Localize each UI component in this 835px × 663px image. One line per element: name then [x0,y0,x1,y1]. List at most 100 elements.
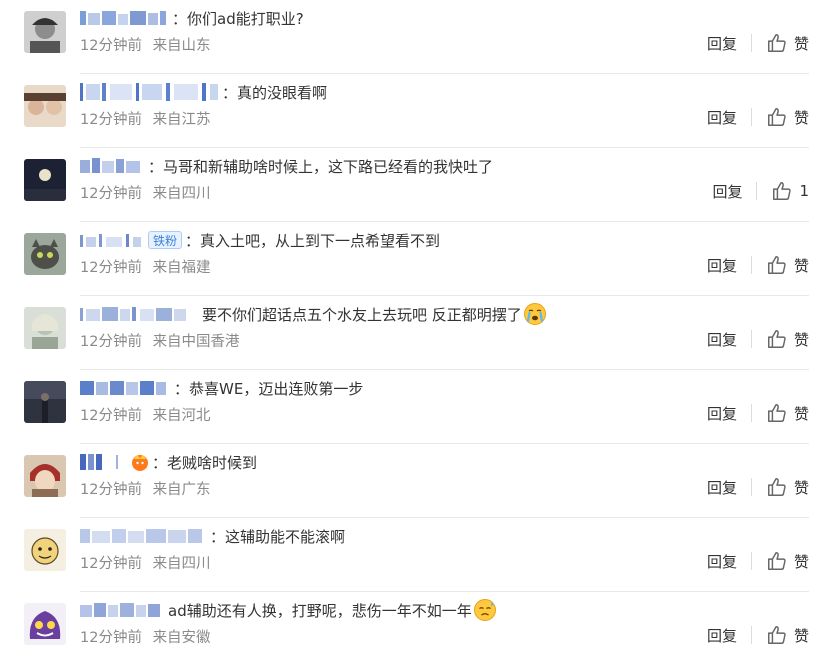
reply-button[interactable]: 回复 [707,107,737,128]
reply-button[interactable]: 回复 [707,477,737,498]
fan-badge[interactable]: 铁粉 [148,231,183,249]
thumbs-up-icon [768,404,786,422]
comment-item: ： 真的没眼看啊 12分钟前 来自江苏 回复 赞 [0,74,835,148]
comment-text: 老贼啥时候到 [167,453,258,472]
like-label: 赞 [793,552,809,571]
username-redacted[interactable] [80,601,166,619]
avatar[interactable] [24,233,66,275]
username-redacted[interactable] [80,379,172,397]
comment-meta: 12分钟前 来自江苏 [80,108,211,129]
action-divider [750,256,752,274]
like-button[interactable]: 赞 [766,254,809,276]
comment-meta: 12分钟前 来自河北 [80,404,211,425]
action-divider [750,478,752,496]
comment-location: 来自中国香港 [152,334,240,350]
comment-separator: ： [174,379,190,398]
like-button[interactable]: 赞 [766,624,809,646]
like-button[interactable]: 赞 [766,550,809,572]
username-redacted[interactable] [80,231,144,249]
reply-button[interactable]: 回复 [707,329,737,350]
comment-line: ： 恭喜WE，迈出连败第一步 [80,376,363,400]
reply-button[interactable]: 回复 [707,551,737,572]
comment-time: 12分钟前 [80,112,142,128]
comment-location: 来自四川 [152,186,211,202]
action-divider [750,330,752,348]
comment-item: ： 你们ad能打职业? 12分钟前 来自山东 回复 赞 [0,0,835,74]
comment-separator: ： [148,157,164,176]
comment-separator: ： [210,527,226,546]
comment-text: 恭喜WE，迈出连败第一步 [189,379,364,398]
vip-crown-badge-icon [132,455,148,471]
username-redacted[interactable] [80,9,170,27]
comment-text: ad辅助还有人换，打野呢，悲伤一年不如一年 [168,601,472,620]
thumbs-up-icon [768,478,786,496]
like-button[interactable]: 赞 [766,476,809,498]
comment-location: 来自福建 [152,260,211,276]
sad-sweat-face-emoji-icon [473,599,496,621]
comment-line: 铁粉 ： 真入土吧，从上到下一点希望看不到 [80,228,440,252]
thumbs-up-icon [768,256,786,274]
comment-location: 来自河北 [152,408,211,424]
comment-time: 12分钟前 [80,630,142,646]
like-button[interactable]: 赞 [766,328,809,350]
reply-button[interactable]: 回复 [707,403,737,424]
comment-item: ad辅助还有人换，打野呢，悲伤一年不如一年 12分钟前 来自安徽 回复 赞 [0,592,835,663]
thumbs-up-icon [773,182,792,200]
username-redacted[interactable] [80,83,220,101]
comment-meta: 12分钟前 来自中国香港 [80,330,240,351]
comment-text: 这辅助能不能滚啊 [225,527,346,546]
avatar[interactable] [24,11,66,53]
avatar[interactable] [24,85,66,127]
action-divider [750,626,752,644]
comment-meta: 12分钟前 来自福建 [80,256,211,277]
comment-text: 马哥和新辅助啥时候上，这下路已经看的我快吐了 [163,157,494,176]
comment-actions: 回复 赞 [707,475,809,499]
comment-meta: 12分钟前 来自四川 [80,182,211,203]
like-label: 赞 [793,478,809,497]
avatar[interactable] [24,307,66,349]
comment-actions: 回复 赞 [707,31,809,55]
comment-time: 12分钟前 [80,260,142,276]
avatar[interactable] [24,529,66,571]
username-redacted[interactable] [80,527,208,545]
action-divider [750,404,752,422]
comment-line: ： 这辅助能不能滚啊 [80,524,345,548]
comment-location: 来自广东 [152,482,211,498]
crying-face-emoji-icon [523,303,546,325]
like-count: 1 [799,182,809,200]
username-redacted[interactable] [80,157,146,175]
comment-location: 来自江苏 [152,112,211,128]
comment-item: 要不你们超话点五个水友上去玩吧 反正都明摆了 12分钟前 来自中国香港 回复 赞 [0,296,835,370]
like-label: 赞 [793,256,809,275]
reply-button[interactable]: 回复 [707,625,737,646]
comment-meta: 12分钟前 来自四川 [80,552,211,573]
avatar[interactable] [24,603,66,645]
comment-separator: ： [222,83,238,102]
comment-actions: 回复 赞 [707,623,809,647]
comment-text: 真入土吧，从上到下一点希望看不到 [200,231,441,250]
like-label: 赞 [793,34,809,53]
comment-line: ： 你们ad能打职业? [80,6,304,30]
avatar[interactable] [24,381,66,423]
avatar[interactable] [24,159,66,201]
comment-list: ： 你们ad能打职业? 12分钟前 来自山东 回复 赞 ： 真的没眼看啊 12分… [0,0,835,663]
reply-button[interactable]: 回复 [707,255,737,276]
username-redacted[interactable] [80,305,200,323]
thumbs-up-icon [768,108,786,126]
username-redacted[interactable] [80,453,126,471]
like-button[interactable]: 赞 [766,106,809,128]
like-label: 赞 [793,330,809,349]
like-button[interactable]: 赞 [766,32,809,54]
avatar[interactable] [24,455,66,497]
reply-button[interactable]: 回复 [712,181,742,202]
comment-separator: ： [152,453,168,472]
comment-line: 要不你们超话点五个水友上去玩吧 反正都明摆了 [80,302,547,326]
like-button[interactable]: 赞 [766,402,809,424]
action-divider [756,182,758,200]
comment-item: ： 马哥和新辅助啥时候上，这下路已经看的我快吐了 12分钟前 来自四川 回复 1 [0,148,835,222]
action-divider [750,552,752,570]
thumbs-up-icon [768,34,786,52]
comment-time: 12分钟前 [80,334,142,350]
reply-button[interactable]: 回复 [707,33,737,54]
like-button[interactable]: 1 [771,180,809,202]
